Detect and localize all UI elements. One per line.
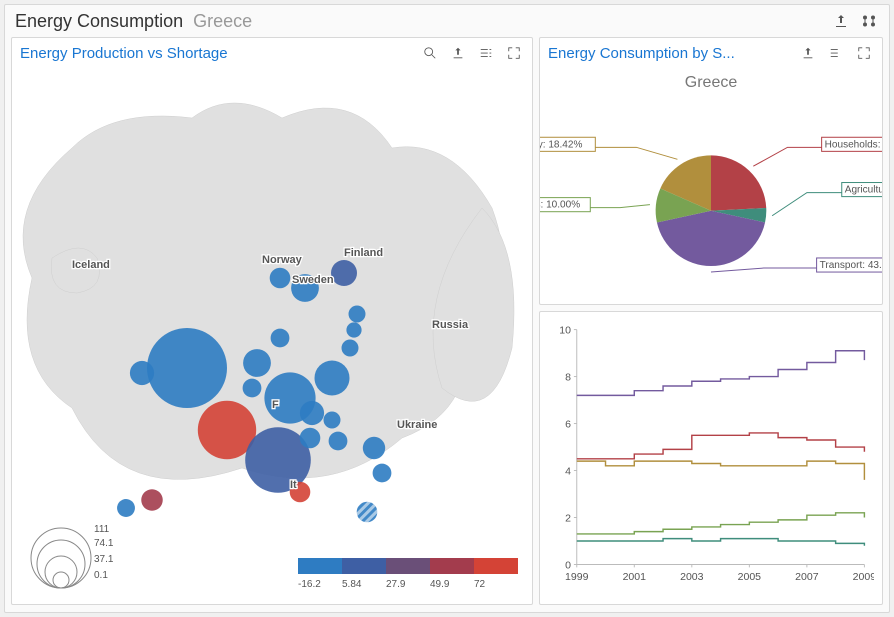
country-label: It	[290, 479, 297, 491]
line-panel: 0 2 4 6 8 10 1999 2001 2003 2005 2007 2009	[539, 311, 883, 605]
svg-text:1999: 1999	[565, 571, 589, 583]
pie-label: Services: 10.00%	[540, 200, 580, 211]
header-bar: Energy Consumption Greece	[5, 5, 889, 37]
svg-text:74.1: 74.1	[94, 538, 114, 549]
country-label: F	[272, 399, 279, 411]
country-label: Iceland	[72, 259, 110, 271]
svg-text:0: 0	[565, 559, 571, 571]
line-chart[interactable]: 0 2 4 6 8 10 1999 2001 2003 2005 2007 2009	[548, 320, 874, 588]
svg-text:6: 6	[565, 418, 571, 430]
map-bubble[interactable]	[342, 340, 359, 357]
svg-text:2: 2	[565, 512, 571, 524]
settings-icon[interactable]	[859, 11, 879, 31]
options-icon[interactable]	[826, 43, 846, 63]
map-bubble[interactable]	[346, 322, 361, 337]
map-bubble[interactable]	[329, 432, 348, 451]
legend-tick: -16.2	[298, 579, 342, 590]
map-bubble[interactable]	[300, 401, 324, 425]
fullscreen-icon[interactable]	[854, 43, 874, 63]
map-bubble[interactable]	[363, 437, 385, 459]
svg-text:2005: 2005	[738, 571, 762, 583]
svg-text:0.1: 0.1	[94, 570, 108, 581]
pie-label: Transport: 43.16%	[820, 260, 882, 271]
pie-label: Industry: 18.42%	[540, 139, 582, 150]
series-line[interactable]	[577, 461, 865, 480]
country-label: Russia	[432, 319, 469, 331]
page-subtitle: Greece	[193, 11, 252, 32]
map-bubble[interactable]	[357, 502, 378, 523]
country-label: Norway	[262, 254, 303, 266]
map-bubble[interactable]	[130, 361, 154, 385]
size-legend: 111 74.1 37.1 0.1	[26, 510, 146, 590]
options-icon[interactable]	[476, 43, 496, 63]
pie-chart[interactable]: Industry: 18.42% Households: 24.21% Agricu…	[540, 92, 882, 304]
svg-text:8: 8	[565, 371, 571, 383]
pie-label: Households: 24.21%	[825, 139, 882, 150]
country-label: Finland	[344, 247, 383, 259]
svg-text:2007: 2007	[795, 571, 819, 583]
zoom-icon[interactable]	[420, 43, 440, 63]
series-line[interactable]	[577, 351, 865, 396]
map-panel-head: Energy Production vs Shortage	[12, 38, 532, 68]
export-icon[interactable]	[798, 43, 818, 63]
map-bubble[interactable]	[141, 489, 163, 511]
pie-slice[interactable]	[657, 211, 765, 266]
export-icon[interactable]	[448, 43, 468, 63]
map-bubble[interactable]	[373, 464, 392, 483]
country-label: Sweden	[292, 274, 334, 286]
svg-text:10: 10	[559, 324, 571, 336]
series-line[interactable]	[577, 513, 865, 534]
svg-text:2009: 2009	[853, 571, 874, 583]
map-bubble[interactable]	[300, 428, 321, 449]
map-bubble[interactable]	[349, 306, 366, 323]
svg-text:2001: 2001	[623, 571, 647, 583]
series-line[interactable]	[577, 433, 865, 459]
map-bubble[interactable]	[147, 328, 227, 408]
export-icon[interactable]	[831, 11, 851, 31]
map-bubble[interactable]	[324, 412, 341, 429]
pie-subtitle: Greece	[540, 68, 882, 92]
map-bubble[interactable]	[331, 260, 357, 286]
pie-panel-title: Energy Consumption by S...	[548, 45, 735, 62]
map-bubble[interactable]	[271, 329, 290, 348]
legend-tick: 72	[474, 579, 518, 590]
map-panel: Energy Production vs Shortage	[11, 37, 533, 605]
fullscreen-icon[interactable]	[504, 43, 524, 63]
map-bubble[interactable]	[243, 349, 271, 377]
map-bubble[interactable]	[270, 268, 291, 289]
pie-panel: Energy Consumption by S... Greece Indust…	[539, 37, 883, 305]
svg-text:4: 4	[565, 465, 571, 477]
map-bubble[interactable]	[243, 379, 262, 398]
legend-tick: 27.9	[386, 579, 430, 590]
country-label: Ukraine	[397, 419, 437, 431]
svg-text:37.1: 37.1	[94, 554, 114, 565]
svg-text:2003: 2003	[680, 571, 704, 583]
page-title: Energy Consumption	[15, 11, 183, 32]
legend-tick: 49.9	[430, 579, 474, 590]
series-line[interactable]	[577, 539, 865, 546]
dashboard-app: { "header": { "title": "Energy Consumpti…	[4, 4, 890, 613]
legend-tick: 5.84	[342, 579, 386, 590]
color-legend: -16.2 5.84 27.9 49.9 72	[298, 558, 518, 590]
map-panel-title: Energy Production vs Shortage	[20, 45, 228, 62]
svg-text:111: 111	[94, 524, 110, 535]
pie-label: Agriculture: 4.21%	[845, 185, 882, 196]
map-body[interactable]: Iceland Norway Sweden Finland Russia Ukraine F…	[12, 68, 532, 604]
map-bubble[interactable]	[315, 361, 350, 396]
